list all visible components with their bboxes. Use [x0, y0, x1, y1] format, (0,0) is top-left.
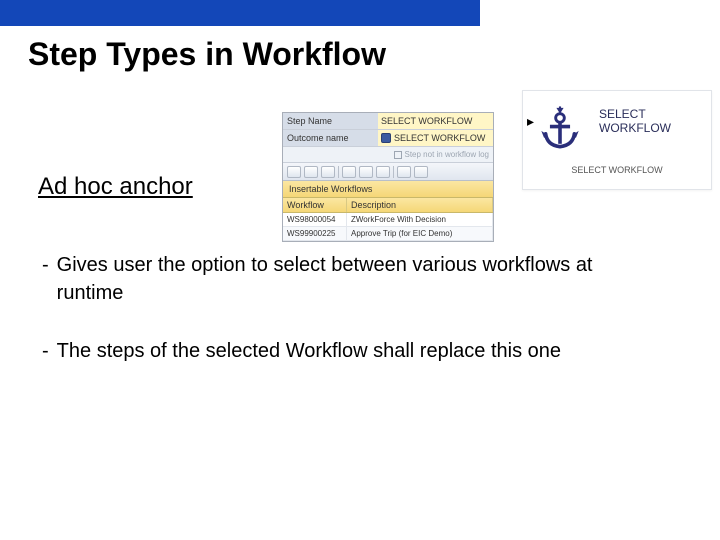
anchor-icon-wrap: ▸: [531, 99, 589, 157]
step-log-checkbox: [394, 151, 402, 159]
step-log-row: Step not in workflow log: [283, 147, 493, 163]
header-bar: [0, 0, 480, 26]
toolbar-button: [376, 166, 390, 178]
outcome-label: Outcome name: [283, 130, 378, 146]
sap-toolbar: [283, 163, 493, 181]
bullet-item: - The steps of the selected Workflow sha…: [42, 337, 720, 365]
toolbar-button: [304, 166, 318, 178]
bullet-text: The steps of the selected Workflow shall…: [57, 337, 561, 365]
workflow-id: WS99900225: [283, 227, 347, 240]
section-header: Insertable Workflows: [283, 181, 493, 198]
anchor-block: ▸ SELECT WORKFLOW SELECT WORKFLOW: [522, 90, 712, 190]
bullet-item: - Gives user the option to select betwee…: [42, 251, 720, 307]
toolbar-separator: [393, 166, 394, 178]
anchor-icon: [537, 105, 583, 151]
anchor-label-line2: WORKFLOW: [599, 121, 671, 135]
col-workflow: Workflow: [283, 198, 347, 212]
outcome-row: Outcome name SELECT WORKFLOW: [283, 130, 493, 147]
toolbar-button: [321, 166, 335, 178]
pointer-icon: ▸: [527, 113, 534, 130]
table-row: WS99900225 Approve Trip (for EIC Demo): [283, 227, 493, 241]
bullet-text: Gives user the option to select between …: [57, 251, 607, 307]
step-name-value: SELECT WORKFLOW: [378, 113, 493, 129]
outcome-value: SELECT WORKFLOW: [378, 130, 493, 146]
toolbar-button: [359, 166, 373, 178]
workflow-desc: ZWorkForce With Decision: [347, 213, 493, 226]
toolbar-button: [397, 166, 411, 178]
toolbar-button: [342, 166, 356, 178]
step-name-label: Step Name: [283, 113, 378, 129]
anchor-label: SELECT WORKFLOW: [599, 107, 671, 136]
slide-title: Step Types in Workflow: [28, 36, 720, 73]
step-name-text: SELECT WORKFLOW: [381, 116, 472, 126]
step-name-row: Step Name SELECT WORKFLOW: [283, 113, 493, 130]
step-log-text: Step not in workflow log: [405, 150, 490, 159]
outcome-icon: [381, 133, 391, 143]
bullet-dash: -: [42, 337, 49, 365]
sap-panel: Step Name SELECT WORKFLOW Outcome name S…: [282, 112, 494, 242]
outcome-text: SELECT WORKFLOW: [394, 133, 485, 143]
table-row: WS98000054 ZWorkForce With Decision: [283, 213, 493, 227]
col-description: Description: [347, 198, 493, 212]
toolbar-button: [287, 166, 301, 178]
workflow-desc: Approve Trip (for EIC Demo): [347, 227, 493, 240]
bullet-list: - Gives user the option to select betwee…: [42, 251, 720, 365]
anchor-label-line1: SELECT: [599, 107, 671, 121]
toolbar-separator: [338, 166, 339, 178]
bullet-dash: -: [42, 251, 49, 307]
anchor-caption: SELECT WORKFLOW: [531, 165, 703, 175]
workflow-id: WS98000054: [283, 213, 347, 226]
toolbar-button: [414, 166, 428, 178]
column-headers: Workflow Description: [283, 198, 493, 213]
